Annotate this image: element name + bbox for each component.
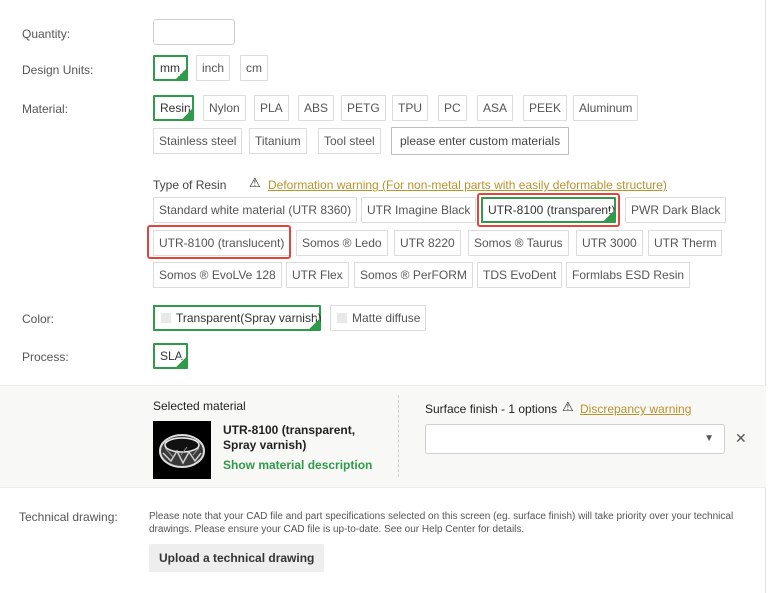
resin-utr-therm-button[interactable]: UTR Therm (648, 230, 723, 256)
resin-utr-flex-button[interactable]: UTR Flex (286, 262, 349, 288)
material-peek-button[interactable]: PEEK (523, 95, 568, 121)
check-icon: ✓ (185, 105, 192, 114)
material-resin-button[interactable]: Resin ✓ (153, 95, 194, 121)
resin-utr8220-button[interactable]: UTR 8220 (394, 230, 461, 256)
discrepancy-warning-link[interactable]: Discrepancy warning (580, 402, 691, 416)
material-config-form: Quantity: Design Units: mm ✓ inch cm Mate… (0, 0, 766, 593)
check-icon: ✓ (312, 315, 319, 324)
process-label: Process: (22, 350, 69, 364)
unit-inch-button[interactable]: inch (196, 55, 231, 81)
material-abs-button[interactable]: ABS (298, 95, 335, 121)
material-name-line2: Spray varnish) (223, 438, 307, 452)
deformation-warning-link[interactable]: Deformation warning (For non-metal parts… (268, 178, 667, 192)
material-pc-button[interactable]: PC (438, 95, 467, 121)
quantity-label: Quantity: (22, 27, 71, 41)
unit-mm-button[interactable]: mm ✓ (153, 55, 188, 81)
design-units-label: Design Units: (22, 63, 94, 77)
process-sla-button[interactable]: SLA ✓ (153, 343, 188, 369)
upload-technical-drawing-button[interactable]: Upload a technical drawing (149, 544, 325, 572)
check-icon: ✓ (607, 207, 614, 216)
panel-divider (398, 395, 399, 477)
warning-icon: ⚠ (562, 399, 574, 414)
material-petg-button[interactable]: PETG (341, 95, 386, 121)
type-of-resin-label: Type of Resin (153, 178, 227, 192)
surface-finish-title: Surface finish - 1 options (425, 402, 558, 416)
resin-imagine-black-button[interactable]: UTR Imagine Black (361, 197, 477, 223)
resin-somos-taurus-button[interactable]: Somos ® Taurus (468, 230, 569, 256)
resin-pwr-dark-black-button[interactable]: PWR Dark Black (625, 197, 727, 223)
resin-standard-white-button[interactable]: Standard white material (UTR 8360) (153, 197, 358, 223)
custom-material-input[interactable]: please enter custom materials (391, 127, 570, 155)
material-label: Material: (22, 102, 69, 116)
material-stainless-steel-button[interactable]: Stainless steel (153, 128, 243, 154)
resin-somos-perform-button[interactable]: Somos ® PerFORM (354, 262, 473, 288)
technical-drawing-label: Technical drawing: (19, 510, 118, 524)
color-matte-label: Matte diffuse (352, 311, 421, 325)
material-tool-steel-button[interactable]: Tool steel (318, 128, 381, 154)
show-material-description-link[interactable]: Show material description (223, 458, 372, 472)
material-titanium-button[interactable]: Titanium (249, 128, 307, 154)
surface-finish-select[interactable]: ▼ (425, 424, 725, 454)
material-pla-button[interactable]: PLA (254, 95, 289, 121)
color-label: Color: (22, 312, 55, 326)
material-name-line1: UTR-8100 (transparent, (223, 423, 356, 437)
check-icon: ✓ (179, 353, 186, 362)
resin-utr8100-translucent-button[interactable]: UTR-8100 (translucent) (153, 230, 291, 256)
resin-tds-evodent-button[interactable]: TDS EvoDent (477, 262, 563, 288)
unit-mm-label: mm (160, 61, 180, 75)
technical-drawing-note: Please note that your CAD file and part … (149, 511, 734, 535)
material-asa-button[interactable]: ASA (477, 95, 514, 121)
clear-icon[interactable]: ✕ (735, 430, 747, 447)
resin-somos-evolve-button[interactable]: Somos ® EvoLVe 128 (153, 262, 282, 288)
resin-utr8100-transparent-label: UTR-8100 (transparent) (488, 203, 616, 217)
material-thumbnail (153, 421, 211, 479)
resin-somos-ledo-button[interactable]: Somos ® Ledo (296, 230, 388, 256)
quantity-input[interactable] (153, 19, 235, 45)
swatch-icon (337, 313, 347, 323)
material-tpu-button[interactable]: TPU (392, 95, 428, 121)
chevron-down-icon: ▼ (704, 433, 714, 444)
material-aluminum-button[interactable]: Aluminum (573, 95, 639, 121)
selected-material-name: UTR-8100 (transparent, Spray varnish) (223, 423, 355, 453)
color-matte-diffuse-button[interactable]: Matte diffuse (330, 305, 427, 331)
swatch-icon (161, 313, 171, 323)
check-icon: ✓ (179, 65, 186, 74)
selected-material-title: Selected material (153, 399, 246, 413)
color-transparent-spray-button[interactable]: Transparent(Spray varnish) ✓ (153, 305, 322, 331)
color-transparent-label: Transparent(Spray varnish) (176, 311, 322, 325)
resin-formlabs-esd-button[interactable]: Formlabs ESD Resin (566, 262, 691, 288)
material-nylon-button[interactable]: Nylon (203, 95, 246, 121)
resin-utr3000-button[interactable]: UTR 3000 (576, 230, 643, 256)
warning-icon: ⚠ (249, 175, 261, 190)
unit-cm-button[interactable]: cm (240, 55, 268, 81)
resin-utr8100-transparent-button[interactable]: UTR-8100 (transparent) ✓ (481, 197, 616, 223)
